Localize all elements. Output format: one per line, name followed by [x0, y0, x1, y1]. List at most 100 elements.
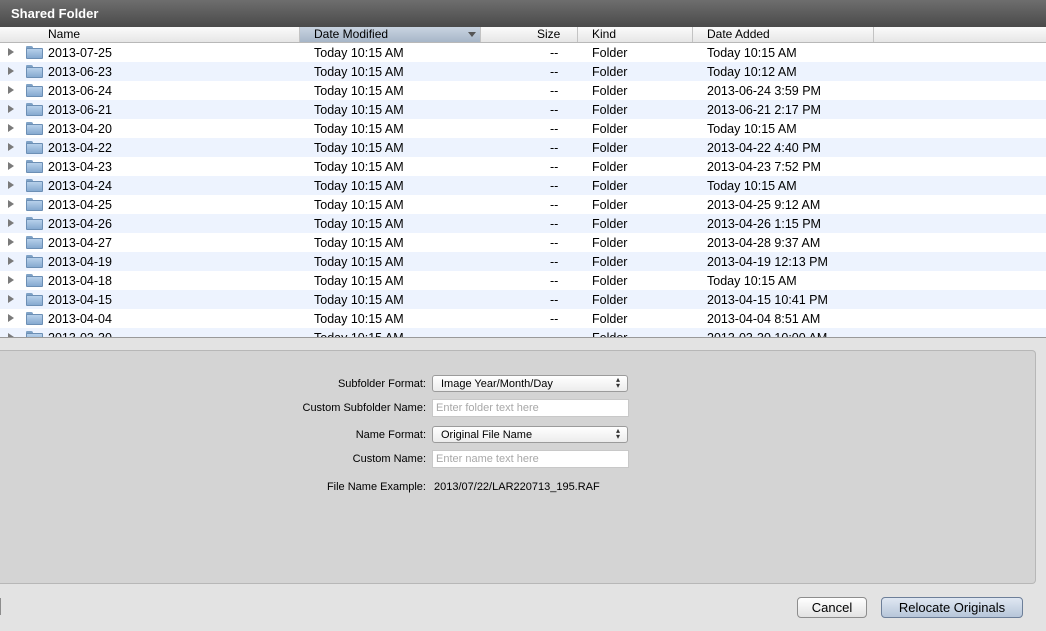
- column-date-added[interactable]: Date Added: [693, 27, 874, 42]
- disclosure-triangle-icon[interactable]: [8, 276, 14, 284]
- table-row[interactable]: 2013-06-24 Today 10:15 AM -- Folder 2013-06-…: [0, 81, 1046, 100]
- row-date-added: 2013-04-28 9:37 AM: [707, 236, 821, 250]
- disclosure-triangle-icon[interactable]: [8, 124, 14, 132]
- row-size: --: [550, 179, 559, 193]
- row-name: 2013-04-24: [48, 179, 112, 193]
- custom-name-row: Custom Name:: [0, 450, 1035, 470]
- row-kind: Folder: [592, 84, 628, 98]
- row-name: 2013-06-23: [48, 65, 112, 79]
- disclosure-triangle-icon[interactable]: [8, 219, 14, 227]
- custom-subfolder-field[interactable]: [432, 399, 629, 417]
- row-size: --: [550, 65, 559, 79]
- row-kind: Folder: [592, 255, 628, 269]
- row-name: 2013-04-22: [48, 141, 112, 155]
- custom-subfolder-row: Custom Subfolder Name:: [0, 399, 1035, 419]
- row-date-modified: Today 10:15 AM: [314, 274, 404, 288]
- column-size[interactable]: Size: [481, 27, 578, 42]
- row-date-added: 2013-06-24 3:59 PM: [707, 84, 821, 98]
- file-browser[interactable]: Name Date Modified Size Kind Date Added …: [0, 27, 1046, 338]
- row-date-added: Today 10:15 AM: [707, 122, 797, 136]
- row-date-modified: Today 10:15 AM: [314, 46, 404, 60]
- relocate-originals-button[interactable]: Relocate Originals: [881, 597, 1023, 618]
- disclosure-triangle-icon[interactable]: [8, 181, 14, 189]
- row-date-modified: Today 10:15 AM: [314, 160, 404, 174]
- table-row[interactable]: 2013-06-21 Today 10:15 AM -- Folder 2013-06-…: [0, 100, 1046, 119]
- table-row[interactable]: 2013-04-26 Today 10:15 AM -- Folder 2013-04-…: [0, 214, 1046, 233]
- file-name-example-row: File Name Example: 2013/07/22/LAR220713_…: [0, 478, 1035, 498]
- table-row[interactable]: 2013-04-23 Today 10:15 AM -- Folder 2013-04-…: [0, 157, 1046, 176]
- row-size: --: [550, 160, 559, 174]
- divider: [0, 598, 1, 615]
- folder-icon: [26, 217, 43, 230]
- row-date-added: Today 10:15 AM: [707, 46, 797, 60]
- cancel-button[interactable]: Cancel: [797, 597, 867, 618]
- disclosure-triangle-icon[interactable]: [8, 162, 14, 170]
- row-name: 2013-06-24: [48, 84, 112, 98]
- folder-icon: [26, 198, 43, 211]
- table-row[interactable]: 2013-06-23 Today 10:15 AM -- Folder Today 10…: [0, 62, 1046, 81]
- disclosure-triangle-icon[interactable]: [8, 257, 14, 265]
- folder-icon: [26, 84, 43, 97]
- folder-icon: [26, 46, 43, 59]
- row-name: 2013-06-21: [48, 103, 112, 117]
- column-date-modified-label: Date Modified: [314, 27, 389, 41]
- name-format-label: Name Format:: [355, 429, 426, 441]
- folder-icon: [26, 274, 43, 287]
- column-kind[interactable]: Kind: [578, 27, 693, 42]
- table-row[interactable]: 2013-04-04 Today 10:15 AM -- Folder 2013-04-…: [0, 309, 1046, 328]
- row-date-modified: Today 10:15 AM: [314, 84, 404, 98]
- table-row[interactable]: 2013-04-22 Today 10:15 AM -- Folder 2013-04-…: [0, 138, 1046, 157]
- row-size: --: [550, 255, 559, 269]
- disclosure-triangle-icon[interactable]: [8, 143, 14, 151]
- table-row[interactable]: 2013-04-25 Today 10:15 AM -- Folder 2013-04-…: [0, 195, 1046, 214]
- row-date-added: 2013-04-25 9:12 AM: [707, 198, 821, 212]
- disclosure-triangle-icon[interactable]: [8, 314, 14, 322]
- subfolder-format-popup[interactable]: Image Year/Month/Day ▴ ▾: [432, 375, 628, 392]
- row-date-added: 2013-04-23 7:52 PM: [707, 160, 821, 174]
- folder-icon: [26, 122, 43, 135]
- table-row[interactable]: 2013-04-18 Today 10:15 AM -- Folder Today 10…: [0, 271, 1046, 290]
- disclosure-triangle-icon[interactable]: [8, 86, 14, 94]
- row-size: --: [550, 236, 559, 250]
- disclosure-triangle-icon[interactable]: [8, 48, 14, 56]
- row-date-added: 2013-04-15 10:41 PM: [707, 293, 828, 307]
- custom-name-field[interactable]: [432, 450, 629, 468]
- table-row[interactable]: 2013-04-20 Today 10:15 AM -- Folder Today 10…: [0, 119, 1046, 138]
- row-name: 2013-03-30: [48, 331, 112, 338]
- custom-name-label: Custom Name:: [352, 453, 426, 465]
- name-format-popup[interactable]: Original File Name ▴ ▾: [432, 426, 628, 443]
- disclosure-triangle-icon[interactable]: [8, 67, 14, 75]
- column-name[interactable]: Name: [0, 27, 300, 42]
- row-name: 2013-04-19: [48, 255, 112, 269]
- table-row[interactable]: 2013-04-19 Today 10:15 AM -- Folder 2013-04-…: [0, 252, 1046, 271]
- table-row[interactable]: 2013-04-15 Today 10:15 AM -- Folder 2013-04-…: [0, 290, 1046, 309]
- column-date-added-label: Date Added: [707, 27, 770, 41]
- folder-icon: [26, 331, 43, 337]
- folder-icon: [26, 312, 43, 325]
- disclosure-triangle-icon[interactable]: [8, 295, 14, 303]
- row-date-added: 2013-06-21 2:17 PM: [707, 103, 821, 117]
- row-date-modified: Today 10:15 AM: [314, 312, 404, 326]
- table-row[interactable]: 2013-07-25 Today 10:15 AM -- Folder Today 10…: [0, 43, 1046, 62]
- folder-icon: [26, 255, 43, 268]
- row-size: --: [550, 122, 559, 136]
- popup-arrows-icon: ▴ ▾: [616, 375, 621, 390]
- file-list: 2013-07-25 Today 10:15 AM -- Folder Today 10…: [0, 43, 1046, 338]
- table-row[interactable]: 2013-03-30 Today 10:15 AM -- Folder 2013-03-…: [0, 328, 1046, 338]
- row-date-modified: Today 10:15 AM: [314, 293, 404, 307]
- subfolder-format-row: Subfolder Format: Image Year/Month/Day ▴…: [0, 375, 1035, 395]
- table-row[interactable]: 2013-04-27 Today 10:15 AM -- Folder 2013-04-…: [0, 233, 1046, 252]
- row-name: 2013-04-04: [48, 312, 112, 326]
- disclosure-triangle-icon[interactable]: [8, 238, 14, 246]
- row-date-modified: Today 10:15 AM: [314, 141, 404, 155]
- disclosure-triangle-icon[interactable]: [8, 333, 14, 337]
- table-row[interactable]: 2013-04-24 Today 10:15 AM -- Folder Today 10…: [0, 176, 1046, 195]
- column-date-modified[interactable]: Date Modified: [300, 27, 481, 42]
- row-size: --: [550, 312, 559, 326]
- disclosure-triangle-icon[interactable]: [8, 105, 14, 113]
- disclosure-triangle-icon[interactable]: [8, 200, 14, 208]
- row-kind: Folder: [592, 65, 628, 79]
- column-header: Name Date Modified Size Kind Date Added: [0, 27, 1046, 43]
- row-size: --: [550, 84, 559, 98]
- row-kind: Folder: [592, 160, 628, 174]
